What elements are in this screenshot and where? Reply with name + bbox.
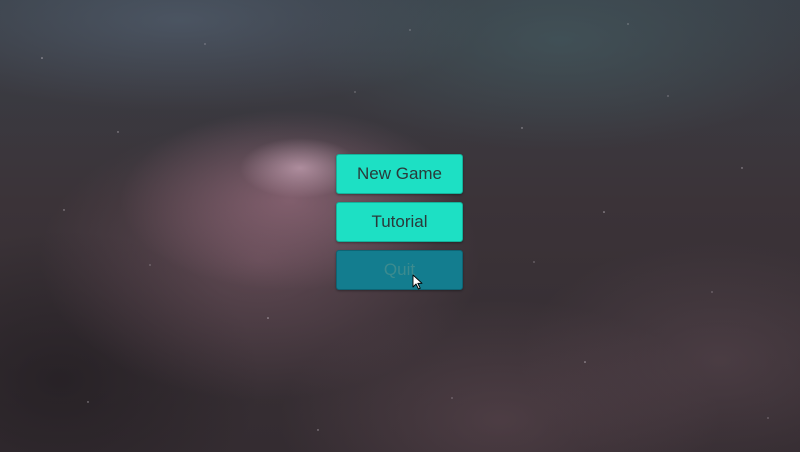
mouse-pointer-icon xyxy=(412,274,423,290)
new-game-button[interactable]: New Game xyxy=(336,154,463,194)
quit-button[interactable]: Quit xyxy=(336,250,463,290)
main-menu: New Game Tutorial Quit xyxy=(336,154,463,298)
tutorial-button[interactable]: Tutorial xyxy=(336,202,463,242)
